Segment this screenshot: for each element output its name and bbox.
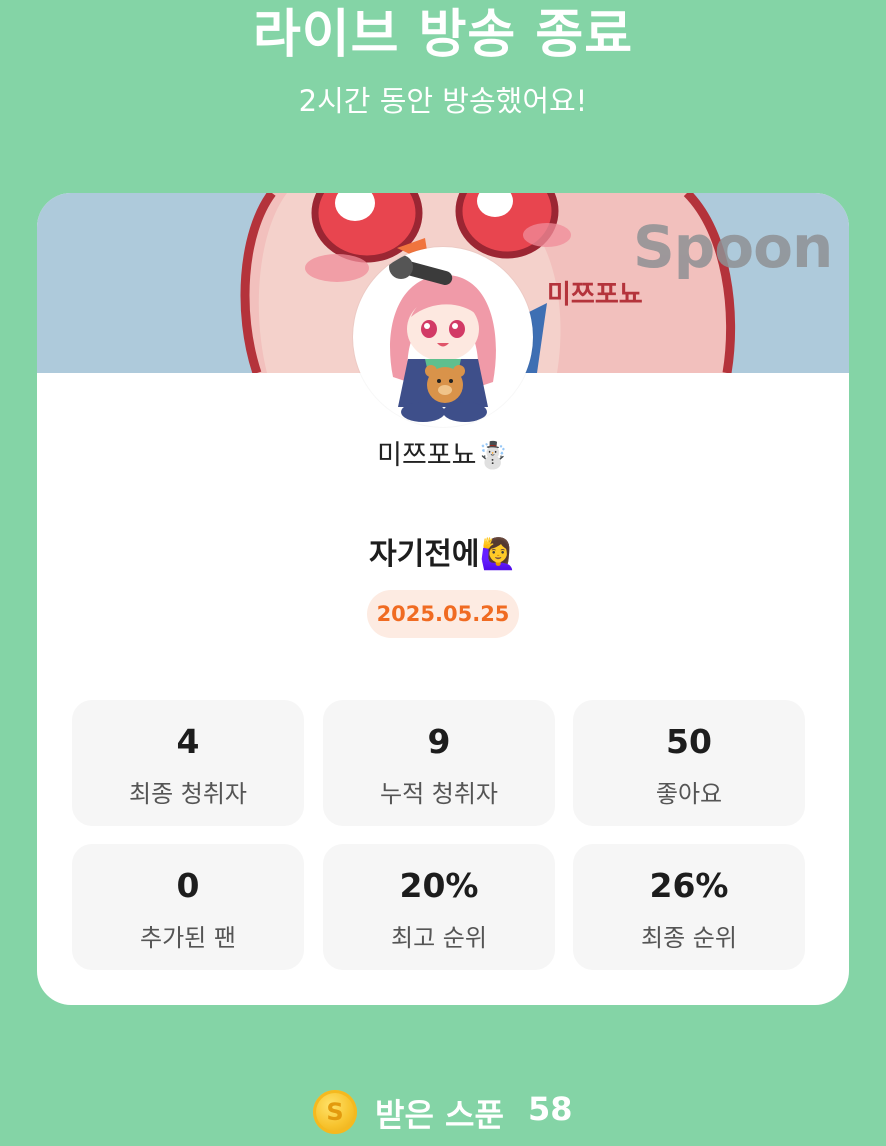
stat-label: 좋아요 [655,780,723,808]
broadcast-duration: 2시간 동안 방송했어요! [298,84,588,118]
stat-total-listeners: 9 누적 청취자 [323,700,555,826]
broadcast-date: 2025.05.25 [367,590,519,638]
snowman-icon: ☃️ [476,441,509,471]
stat-value: 9 [427,722,451,761]
avatar[interactable] [353,247,533,427]
profile-nickname: 미쯔포뇨☃️ [37,433,849,472]
received-spoons: S 받은 스푼 58 [0,1088,886,1138]
stat-best-rank: 20% 최고 순위 [323,844,555,970]
broadcast-title: 자기전에🙋‍♀️ [37,529,849,573]
spoon-logo: Spoon [633,213,833,281]
stat-label: 최종 청취자 [128,780,248,808]
banner-art-text: 미쯔포뇨 [547,280,643,310]
stat-likes: 50 좋아요 [573,700,805,826]
nickname-text: 미쯔포뇨 [377,440,477,471]
received-spoons-count: 58 [528,1090,573,1128]
stat-final-rank: 26% 최종 순위 [573,844,805,970]
stat-label: 누적 청취자 [379,780,499,808]
raising-hand-icon: 🙋‍♀️ [479,537,517,572]
stat-value: 0 [176,866,200,905]
page-title: 라이브 방송 종료 [252,5,634,65]
broadcast-title-text: 자기전에 [369,537,480,572]
stat-label: 추가된 팬 [140,924,236,952]
stat-final-listeners: 4 최종 청취자 [72,700,304,826]
stat-label: 최고 순위 [391,924,487,952]
avatar-illustration [389,255,496,422]
stat-value: 26% [649,866,729,905]
received-spoons-label: 받은 스푼 [375,1096,504,1134]
spoon-coin-icon: S [313,1090,357,1134]
broadcast-summary-card: 미쯔포뇨 Spoon [37,193,849,1005]
stat-label: 최종 순위 [641,924,737,952]
stat-value: 50 [666,722,712,761]
stat-value: 20% [399,866,479,905]
stat-new-fans: 0 추가된 팬 [72,844,304,970]
stat-value: 4 [176,722,200,761]
